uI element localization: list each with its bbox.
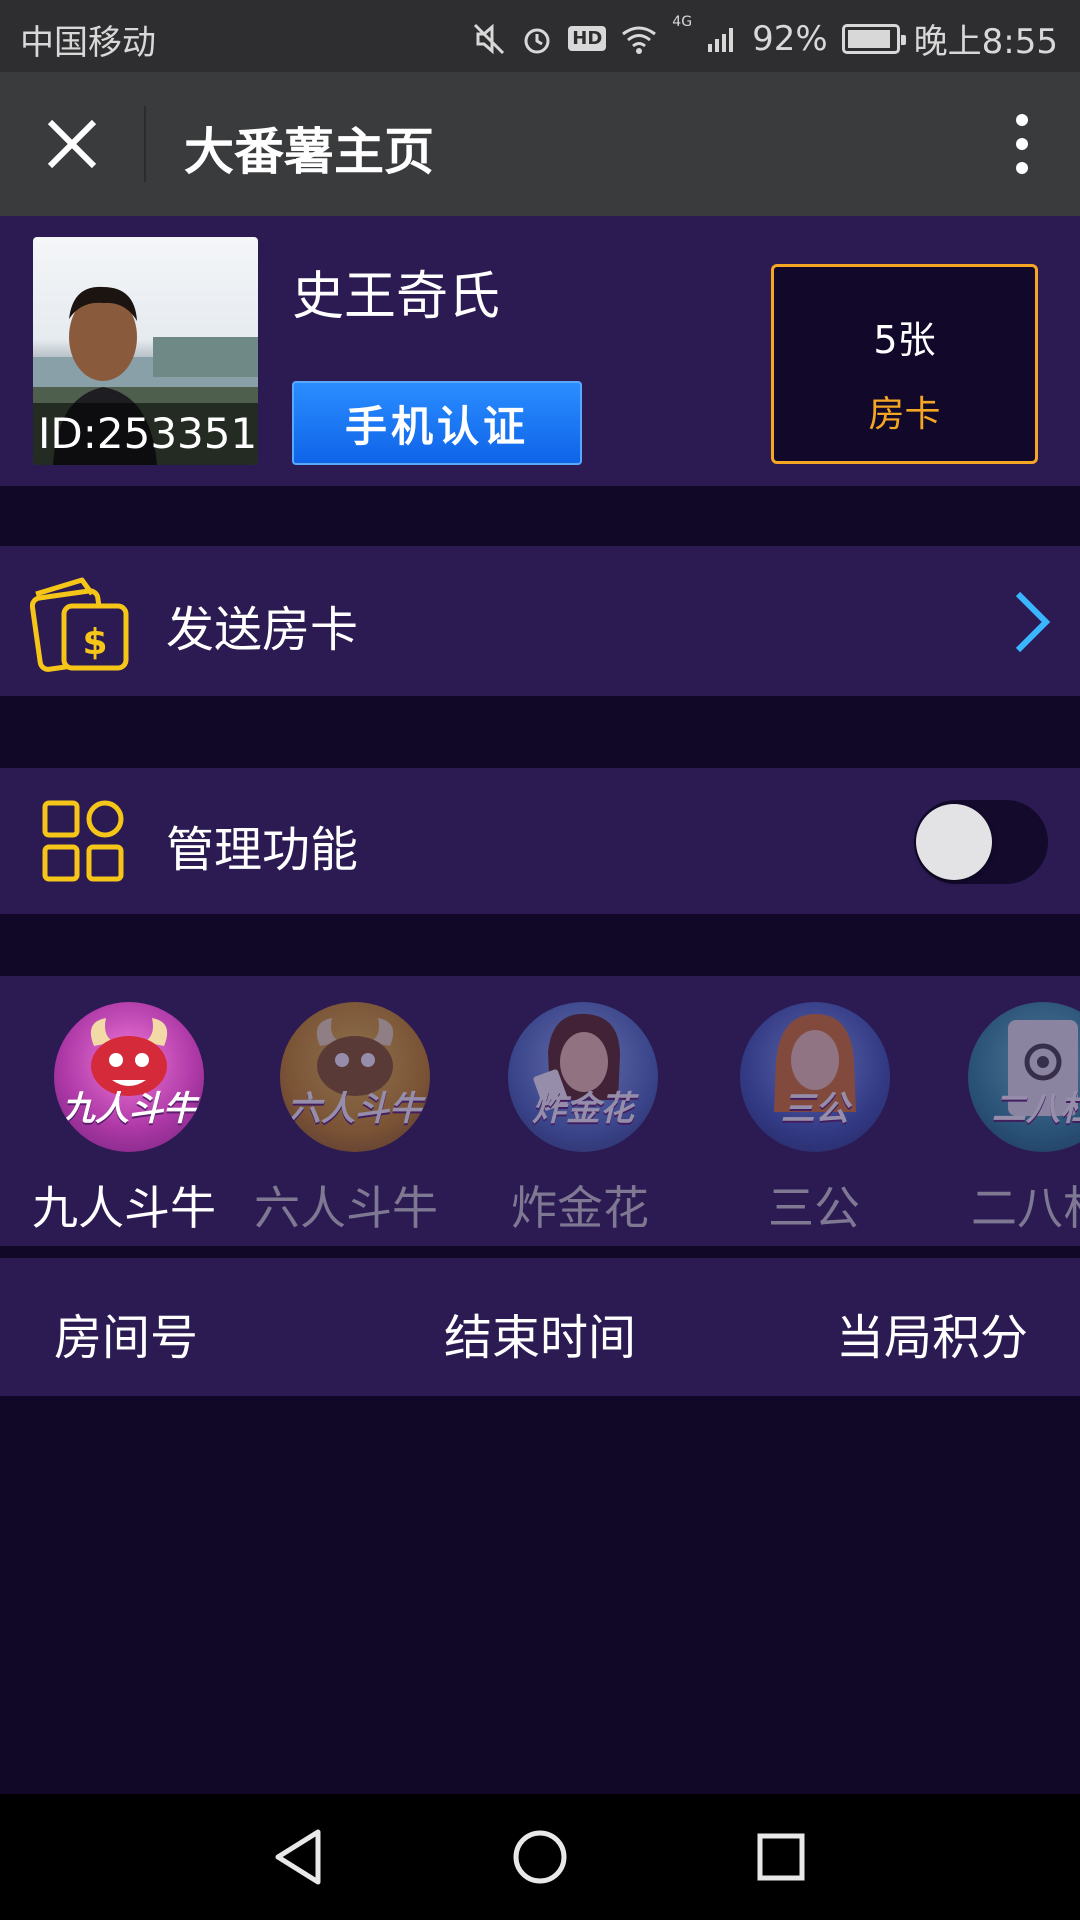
three-cards-label: 三公 [768, 1181, 860, 1235]
home-icon[interactable] [507, 1824, 573, 1890]
more-options-icon[interactable] [994, 108, 1050, 180]
recent-apps-icon[interactable] [748, 1824, 814, 1890]
title-bar: 大番薯主页 [0, 72, 1080, 216]
golden-flower-game-icon: 炸金花 [508, 1002, 658, 1152]
nine-bull-icon-text: 九人斗牛 [61, 1089, 197, 1129]
game-tab-six-bull[interactable]: 六人斗牛 六人斗牛 [240, 976, 460, 1246]
toggle-knob [916, 804, 992, 880]
room-card-send-icon: $ [30, 577, 129, 672]
network-type-label: 4G [672, 14, 693, 30]
send-room-card-row[interactable]: $ 发送房卡 [0, 546, 1080, 696]
system-nav-bar [0, 1794, 1080, 1920]
battery-icon [841, 23, 906, 54]
back-icon[interactable] [266, 1824, 332, 1890]
wifi-icon [622, 26, 657, 54]
column-room-number: 房间号 [54, 1310, 199, 1366]
column-round-score: 当局积分 [836, 1310, 1029, 1366]
status-bar: 中国移动 HD 4G 92% 晚上8:55 [0, 0, 1080, 72]
six-bull-label: 六人斗牛 [254, 1181, 438, 1235]
room-card-label: 房卡 [868, 394, 941, 435]
six-bull-game-icon: 六人斗牛 [280, 1002, 430, 1152]
game-tab-nine-bull[interactable]: 九人斗牛 九人斗牛 [14, 976, 234, 1246]
chevron-right-icon [1015, 591, 1051, 653]
username: 史王奇氏 [292, 267, 501, 327]
three-cards-icon-text: 三公 [781, 1089, 849, 1129]
manage-functions-label: 管理功能 [166, 822, 359, 878]
game-tab-three-cards[interactable]: 三公 三公 [700, 976, 920, 1246]
status-icons: HD 4G 92% 晚上8:55 [472, 14, 1058, 63]
page-title: 大番薯主页 [184, 123, 434, 181]
manage-functions-toggle[interactable] [914, 800, 1048, 884]
game-tab-two-eight-bar[interactable]: 二八杠 二八杠 [928, 976, 1080, 1246]
title-divider [144, 106, 146, 182]
avatar[interactable]: ID:253351 [33, 237, 258, 465]
grid-icon [42, 800, 124, 882]
room-card-count: 5张 [873, 318, 936, 362]
send-room-card-label: 发送房卡 [166, 602, 359, 658]
mute-icon [474, 23, 505, 54]
two-eight-bar-icon-text: 二八杠 [992, 1089, 1080, 1129]
room-card-balance[interactable]: 5张 房卡 [771, 264, 1038, 464]
column-end-time: 结束时间 [444, 1310, 637, 1366]
golden-flower-label: 炸金花 [511, 1181, 649, 1235]
golden-flower-icon-text: 炸金花 [532, 1089, 634, 1129]
svg-text:$: $ [82, 622, 107, 663]
game-selector: 九人斗牛 九人斗牛 六人斗牛 六人斗牛 炸金花 炸金花 三公 三公 二八 二八 [0, 976, 1080, 1246]
phone-verify-button[interactable]: 手机认证 [292, 381, 582, 465]
history-table-header: 房间号 结束时间 当局积分 [0, 1258, 1080, 1396]
battery-percent: 92% [752, 18, 828, 59]
three-cards-game-icon: 三公 [740, 1002, 890, 1152]
nine-bull-game-icon: 九人斗牛 [54, 1002, 204, 1152]
two-eight-bar-label: 二八杠 [971, 1181, 1080, 1235]
six-bull-icon-text: 六人斗牛 [287, 1089, 423, 1129]
user-id: ID:253351 [33, 403, 258, 465]
hd-icon: HD [568, 26, 607, 51]
carrier-label: 中国移动 [20, 23, 156, 63]
profile-panel: ID:253351 史王奇氏 手机认证 5张 房卡 [0, 216, 1080, 486]
manage-functions-row: 管理功能 [0, 768, 1080, 914]
two-eight-bar-game-icon: 二八杠 [968, 1002, 1080, 1152]
close-icon[interactable] [40, 112, 104, 176]
game-tab-golden-flower[interactable]: 炸金花 炸金花 [468, 976, 688, 1246]
signal-icon [708, 27, 734, 52]
clock: 晚上8:55 [913, 22, 1058, 62]
alarm-icon [524, 28, 550, 53]
